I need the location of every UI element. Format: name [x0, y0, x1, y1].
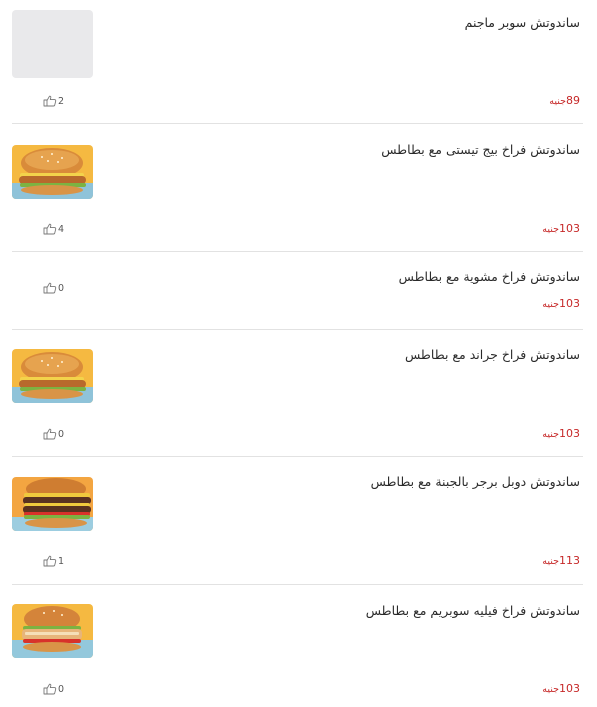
price-currency: جنيه: [542, 556, 559, 567]
item-title[interactable]: ساندوتش فراخ فيليه سوبريم مع بطاطس: [140, 603, 580, 618]
chicken-burger-image[interactable]: [12, 145, 93, 199]
price-currency: جنيه: [542, 299, 559, 310]
likes-count: 0: [58, 428, 65, 440]
item-title[interactable]: ساندوتش فراخ مشوية مع بطاطس: [140, 269, 580, 284]
double-beef-burger-image[interactable]: [12, 477, 93, 531]
likes-count: 0: [58, 683, 65, 695]
menu-item[interactable]: ساندوتش فراخ جراند مع بطاطس 0 103جنيه: [0, 330, 597, 457]
price-currency: جنيه: [542, 224, 559, 235]
thumbs-up-icon[interactable]: [43, 428, 57, 440]
menu-item[interactable]: ساندوتش سوبر ماجنم 2 89جنيه: [0, 0, 597, 124]
likes[interactable]: 2: [43, 95, 64, 107]
item-price: 103جنيه: [542, 427, 580, 440]
menu-item[interactable]: ساندوتش فراخ مشوية مع بطاطس 0 103جنيه: [0, 252, 597, 329]
thumbs-up-icon[interactable]: [43, 223, 57, 235]
likes[interactable]: 0: [43, 282, 64, 294]
item-title[interactable]: ساندوتش دوبل برجر بالجبنة مع بطاطس: [140, 474, 580, 489]
item-price: 89جنيه: [549, 94, 580, 107]
likes[interactable]: 0: [43, 683, 64, 695]
thumbs-up-icon[interactable]: [43, 683, 57, 695]
thumbs-up-icon[interactable]: [43, 95, 57, 107]
thumbs-up-icon[interactable]: [43, 282, 57, 294]
menu-item[interactable]: ساندوتش فراخ فيليه سوبريم مع بطاطس 0 103…: [0, 585, 597, 707]
likes[interactable]: 1: [43, 555, 64, 567]
placeholder-image[interactable]: [12, 10, 93, 78]
price-value: 89: [566, 94, 580, 107]
menu-item[interactable]: ساندوتش فراخ بيج تيستى مع بطاطس 4 103جني…: [0, 124, 597, 251]
likes-count: 1: [58, 555, 65, 567]
price-value: 103: [559, 297, 580, 310]
likes-count: 4: [58, 223, 65, 235]
item-title[interactable]: ساندوتش فراخ بيج تيستى مع بطاطس: [140, 142, 580, 157]
price-currency: جنيه: [542, 429, 559, 440]
thumbs-up-icon[interactable]: [43, 555, 57, 567]
price-value: 103: [559, 427, 580, 440]
chicken-fillet-burger-image[interactable]: [12, 604, 93, 658]
item-title[interactable]: ساندوتش سوبر ماجنم: [140, 15, 580, 30]
item-title[interactable]: ساندوتش فراخ جراند مع بطاطس: [140, 347, 580, 362]
likes[interactable]: 0: [43, 428, 64, 440]
item-price: 103جنيه: [542, 222, 580, 235]
likes-count: 2: [58, 95, 65, 107]
menu-list: ساندوتش سوبر ماجنم 2 89جنيه ساندوتش فراخ…: [0, 0, 597, 707]
price-currency: جنيه: [542, 684, 559, 695]
likes-count: 0: [58, 282, 65, 294]
item-price: 103جنيه: [542, 297, 580, 310]
item-price: 113جنيه: [542, 554, 580, 567]
price-currency: جنيه: [549, 96, 566, 107]
price-value: 103: [559, 222, 580, 235]
menu-item[interactable]: ساندوتش دوبل برجر بالجبنة مع بطاطس 1 113…: [0, 457, 597, 584]
price-value: 113: [559, 554, 580, 567]
likes[interactable]: 4: [43, 223, 64, 235]
price-value: 103: [559, 682, 580, 695]
chicken-burger-image[interactable]: [12, 349, 93, 403]
item-price: 103جنيه: [542, 682, 580, 695]
